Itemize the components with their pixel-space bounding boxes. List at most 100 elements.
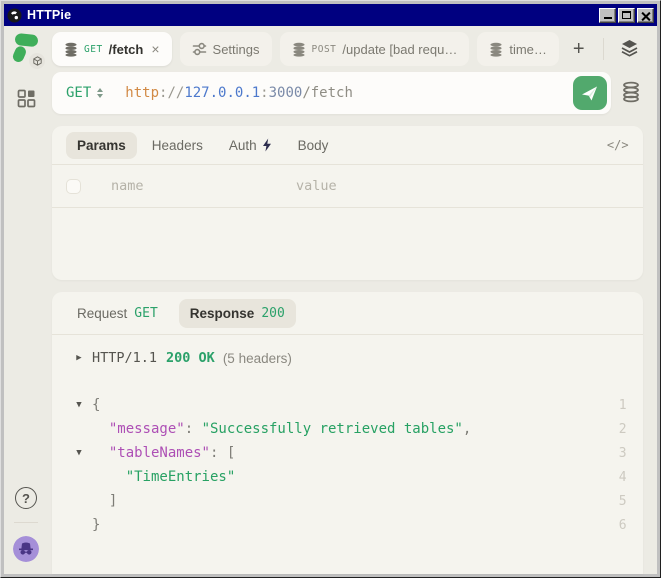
database-icon <box>489 42 503 57</box>
layers-button[interactable] <box>616 37 643 62</box>
close-icon <box>641 11 650 20</box>
httpie-logo <box>10 33 42 67</box>
tab-body-label: Body <box>298 138 329 153</box>
url-input[interactable]: http://127.0.0.1:3000/fetch <box>125 85 572 101</box>
url-separator: :// <box>159 85 184 101</box>
fold-toggle-icon[interactable]: ▼ <box>66 448 92 458</box>
tab-close-icon[interactable]: × <box>151 42 159 56</box>
titlebar: HTTPie <box>4 4 657 26</box>
tab-label: Settings <box>213 42 260 57</box>
app-window: HTTPie <box>0 0 661 578</box>
tabbar-divider <box>603 38 604 60</box>
main-column: GET /fetch × Settings <box>48 26 661 574</box>
param-row <box>52 165 643 207</box>
lightning-bolt-icon <box>262 138 272 152</box>
send-plane-icon <box>580 84 599 103</box>
tab-time[interactable]: time… <box>477 32 559 66</box>
code-text: ] <box>92 493 609 509</box>
tab-post-update[interactable]: POST /update [bad requ… <box>280 32 470 66</box>
param-checkbox[interactable] <box>66 179 81 194</box>
code-line: "TimeEntries"4 <box>52 465 643 489</box>
request-panel: Params Headers Auth Body </> <box>52 126 643 280</box>
param-value-input[interactable] <box>296 178 629 194</box>
window-title: HTTPie <box>27 8 597 22</box>
code-line: ▼"tableNames": [3 <box>52 441 643 465</box>
help-icon: ? <box>22 491 30 506</box>
code-line: ]5 <box>52 489 643 513</box>
maximize-icon <box>622 11 631 19</box>
code-text: "TimeEntries" <box>92 469 609 485</box>
line-number: 2 <box>609 422 643 437</box>
param-name-input[interactable] <box>111 178 296 194</box>
url-card: GET http://127.0.0.1:3000/fetch <box>52 72 611 114</box>
tab-body[interactable]: Body <box>287 132 340 159</box>
protocol: HTTP/1.1 <box>92 350 157 366</box>
tab-auth[interactable]: Auth <box>218 132 283 159</box>
response-code: ▼{1"message": "Successfully retrieved ta… <box>52 381 643 574</box>
response-tabs: Request GET Response 200 <box>52 292 643 334</box>
headers-count: (5 headers) <box>223 351 292 366</box>
tab-bar: GET /fetch × Settings <box>52 32 643 66</box>
code-line: "message": "Successfully retrieved table… <box>52 417 643 441</box>
request-empty-area <box>52 208 643 280</box>
method-dropdown[interactable]: GET <box>66 85 103 101</box>
code-text: { <box>92 397 609 413</box>
send-button[interactable] <box>573 76 607 110</box>
minimize-button[interactable] <box>599 8 616 23</box>
tab-headers-label: Headers <box>152 138 203 153</box>
response-panel: Request GET Response 200 ▶ HTTP/1.1 200 … <box>52 292 643 574</box>
tab-auth-label: Auth <box>229 138 257 153</box>
app-body: ? <box>4 26 657 574</box>
tab-response[interactable]: Response 200 <box>179 299 296 328</box>
tab-label: /update [bad requ… <box>342 42 457 57</box>
tab-request[interactable]: Request GET <box>66 299 169 328</box>
cube-icon <box>33 56 42 66</box>
tab-params-label: Params <box>77 138 126 153</box>
settings-icon <box>192 42 207 56</box>
request-tabs: Params Headers Auth Body </> <box>52 126 643 164</box>
code-view-toggle[interactable]: </> <box>607 138 629 152</box>
database-icon <box>292 42 306 57</box>
headers-fold-toggle-icon[interactable]: ▶ <box>66 353 92 363</box>
tab-label: /fetch <box>109 42 144 57</box>
httpie-app-icon <box>7 8 22 23</box>
line-number: 4 <box>609 470 643 485</box>
tab-get-fetch[interactable]: GET /fetch × <box>52 32 172 66</box>
rail-divider <box>14 522 38 523</box>
status-line: ▶ HTTP/1.1 200 OK (5 headers) <box>52 335 643 381</box>
request-tab-method: GET <box>134 306 157 321</box>
url-path: /fetch <box>302 85 353 101</box>
left-rail: ? <box>4 26 48 574</box>
code-text: "tableNames": [ <box>92 445 609 461</box>
code-text: "message": "Successfully retrieved table… <box>92 421 609 437</box>
new-tab-button[interactable]: + <box>567 38 591 61</box>
tab-method: GET <box>84 44 103 55</box>
url-scheme: http <box>125 85 159 101</box>
help-button[interactable]: ? <box>15 487 37 509</box>
tab-params[interactable]: Params <box>66 132 137 159</box>
response-status-badge: 200 <box>261 306 284 321</box>
code-text: } <box>92 517 609 533</box>
line-number: 5 <box>609 494 643 509</box>
line-number: 1 <box>609 398 643 413</box>
request-tab-label: Request <box>77 306 127 321</box>
response-tab-label: Response <box>190 306 255 321</box>
method-value: GET <box>66 85 91 101</box>
tab-headers[interactable]: Headers <box>141 132 214 159</box>
minimize-icon <box>604 17 612 19</box>
close-button[interactable] <box>637 8 654 23</box>
maximize-button[interactable] <box>618 8 635 23</box>
url-host: 127.0.0.1 <box>184 85 260 101</box>
grid-apps-icon[interactable] <box>17 89 36 108</box>
fold-toggle-icon[interactable]: ▼ <box>66 400 92 410</box>
code-line: }6 <box>52 513 643 537</box>
stack-icon <box>621 81 641 103</box>
url-port: 3000 <box>269 85 303 101</box>
saved-requests-button[interactable] <box>619 79 643 108</box>
incognito-avatar[interactable] <box>13 536 39 562</box>
line-number: 3 <box>609 446 643 461</box>
tab-settings[interactable]: Settings <box>180 32 272 66</box>
layers-icon <box>620 39 639 57</box>
url-colon: : <box>260 85 268 101</box>
tab-label: time… <box>509 42 547 57</box>
